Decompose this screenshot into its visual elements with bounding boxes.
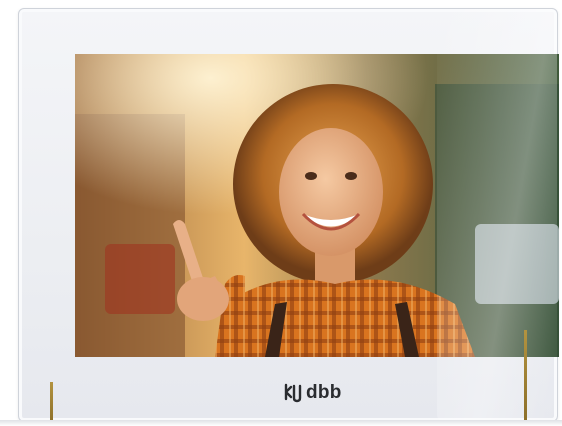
dbb-logo-icon <box>284 383 302 403</box>
video-feed-image <box>75 54 559 357</box>
video-screen[interactable] <box>75 54 559 357</box>
surface-shadow <box>0 420 562 426</box>
brand-logo: dbb <box>283 379 342 405</box>
status-led-right <box>524 330 527 426</box>
intercom-monitor: dbb <box>18 8 559 422</box>
brand-name: dbb <box>306 381 342 403</box>
